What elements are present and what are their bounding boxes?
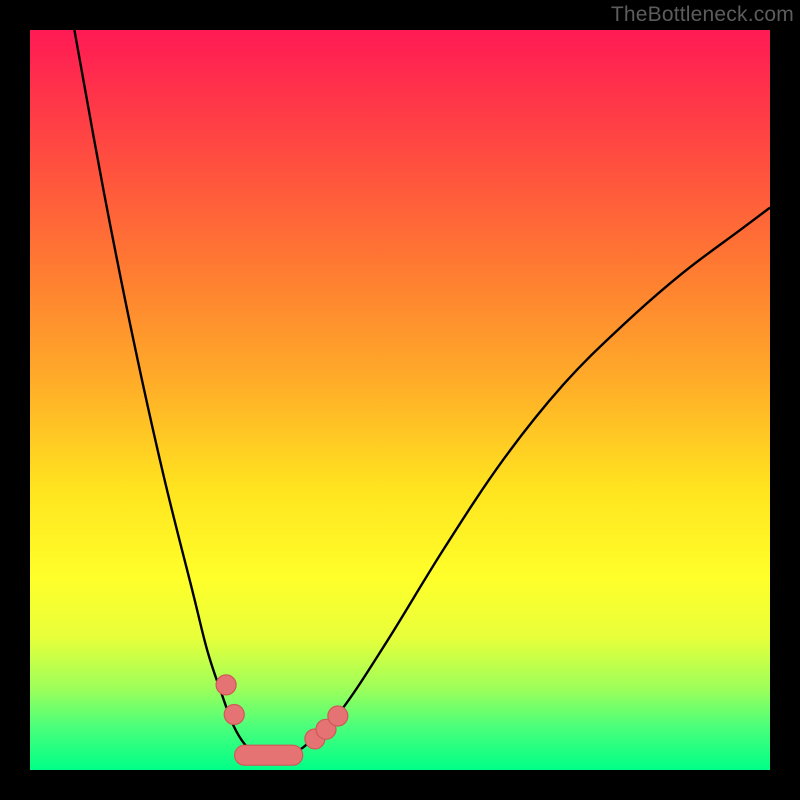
watermark-text: TheBottleneck.com [611,3,794,27]
marker-group [216,675,348,765]
data-marker [224,705,244,725]
plot-area [30,30,770,770]
chart-frame: TheBottleneck.com [0,0,800,800]
bottleneck-curve [74,30,770,756]
curve-layer [30,30,770,770]
bottom-marker-pill [235,745,303,765]
data-marker [216,675,236,695]
data-marker [328,706,348,726]
